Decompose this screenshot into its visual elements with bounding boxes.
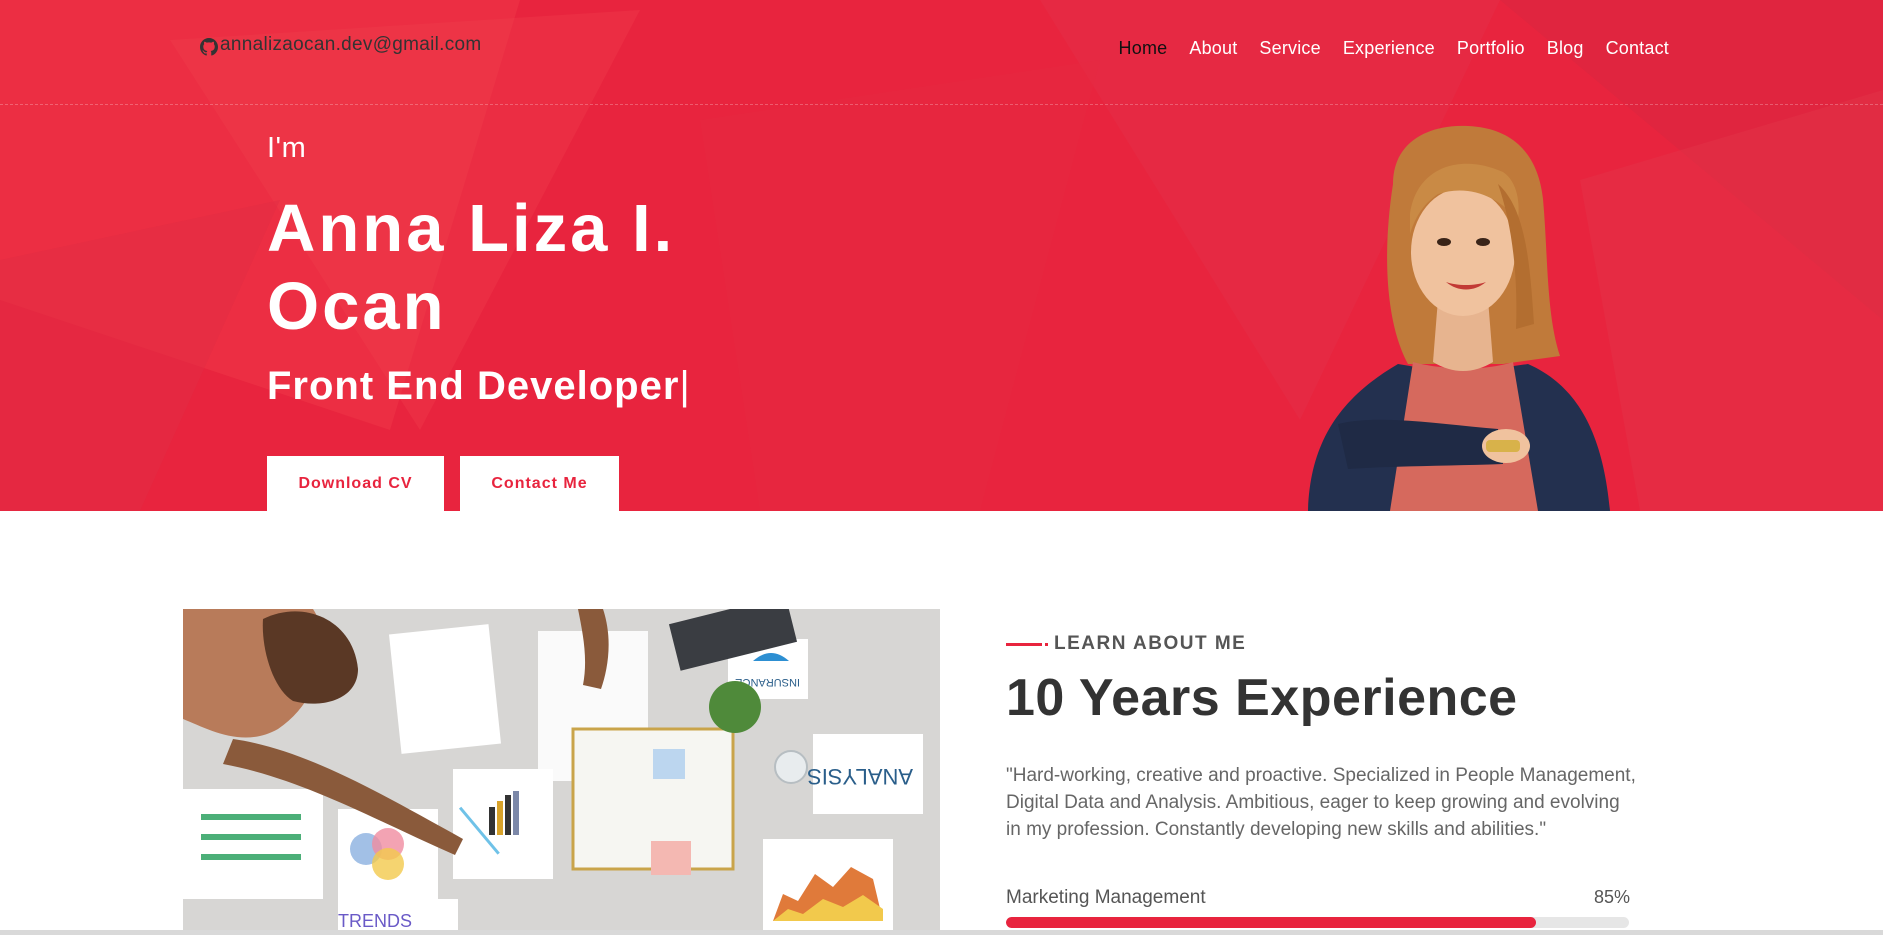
nav-item-home[interactable]: Home [1119, 38, 1168, 59]
about-image: ANALYSIS INSURANCE TRENDS [183, 609, 940, 935]
team-analysis-photo: ANALYSIS INSURANCE TRENDS [183, 609, 940, 935]
page-bottom-edge [0, 930, 1883, 935]
hero-role: Front End Developer| [267, 364, 691, 409]
skill-name: Marketing Management [1006, 887, 1206, 908]
about-description: "Hard-working, creative and proactive. S… [1006, 765, 1636, 840]
name-line-1: Anna Liza I. [267, 191, 676, 266]
nav-item-contact[interactable]: Contact [1606, 38, 1669, 59]
top-bar: annalizaocan.dev@gmail.com Home About Se… [0, 0, 1883, 105]
role-text: Front End Developer [267, 364, 680, 408]
nav-item-portfolio[interactable]: Portfolio [1457, 38, 1525, 59]
nav-item-experience[interactable]: Experience [1343, 38, 1435, 59]
section-label: LEARN ABOUT ME [1006, 633, 1246, 655]
skill-percent: 85% [1594, 887, 1631, 907]
hero-name: Anna Liza I. Ocan [267, 190, 787, 346]
typing-cursor: | [679, 364, 691, 408]
about-title: 10 Years Experience [1006, 669, 1518, 727]
trends-text: TRENDS [338, 911, 412, 931]
skill-progress-fill [1006, 917, 1536, 928]
email-contact[interactable]: annalizaocan.dev@gmail.com [200, 33, 482, 57]
name-line-2: Ocan [267, 269, 447, 344]
profile-photo [1308, 125, 1610, 511]
analysis-text: ANALYSIS [807, 764, 913, 789]
intro-text: I'm [267, 132, 307, 164]
nav-item-about[interactable]: About [1189, 38, 1237, 59]
email-text: annalizaocan.dev@gmail.com [220, 34, 482, 55]
label-accent-line [1006, 642, 1048, 646]
github-icon [200, 38, 218, 56]
nav-item-service[interactable]: Service [1259, 38, 1320, 59]
skill-progress-track [1006, 917, 1629, 928]
hero-intro: I'm [267, 132, 306, 165]
contact-me-button[interactable]: Contact Me [460, 456, 619, 511]
nav-item-blog[interactable]: Blog [1547, 38, 1584, 59]
section-label-text: LEARN ABOUT ME [1054, 633, 1247, 654]
hero-section: annalizaocan.dev@gmail.com Home About Se… [0, 0, 1883, 511]
main-nav: Home About Service Experience Portfolio … [1119, 38, 1669, 59]
download-cv-button[interactable]: Download CV [267, 456, 444, 511]
